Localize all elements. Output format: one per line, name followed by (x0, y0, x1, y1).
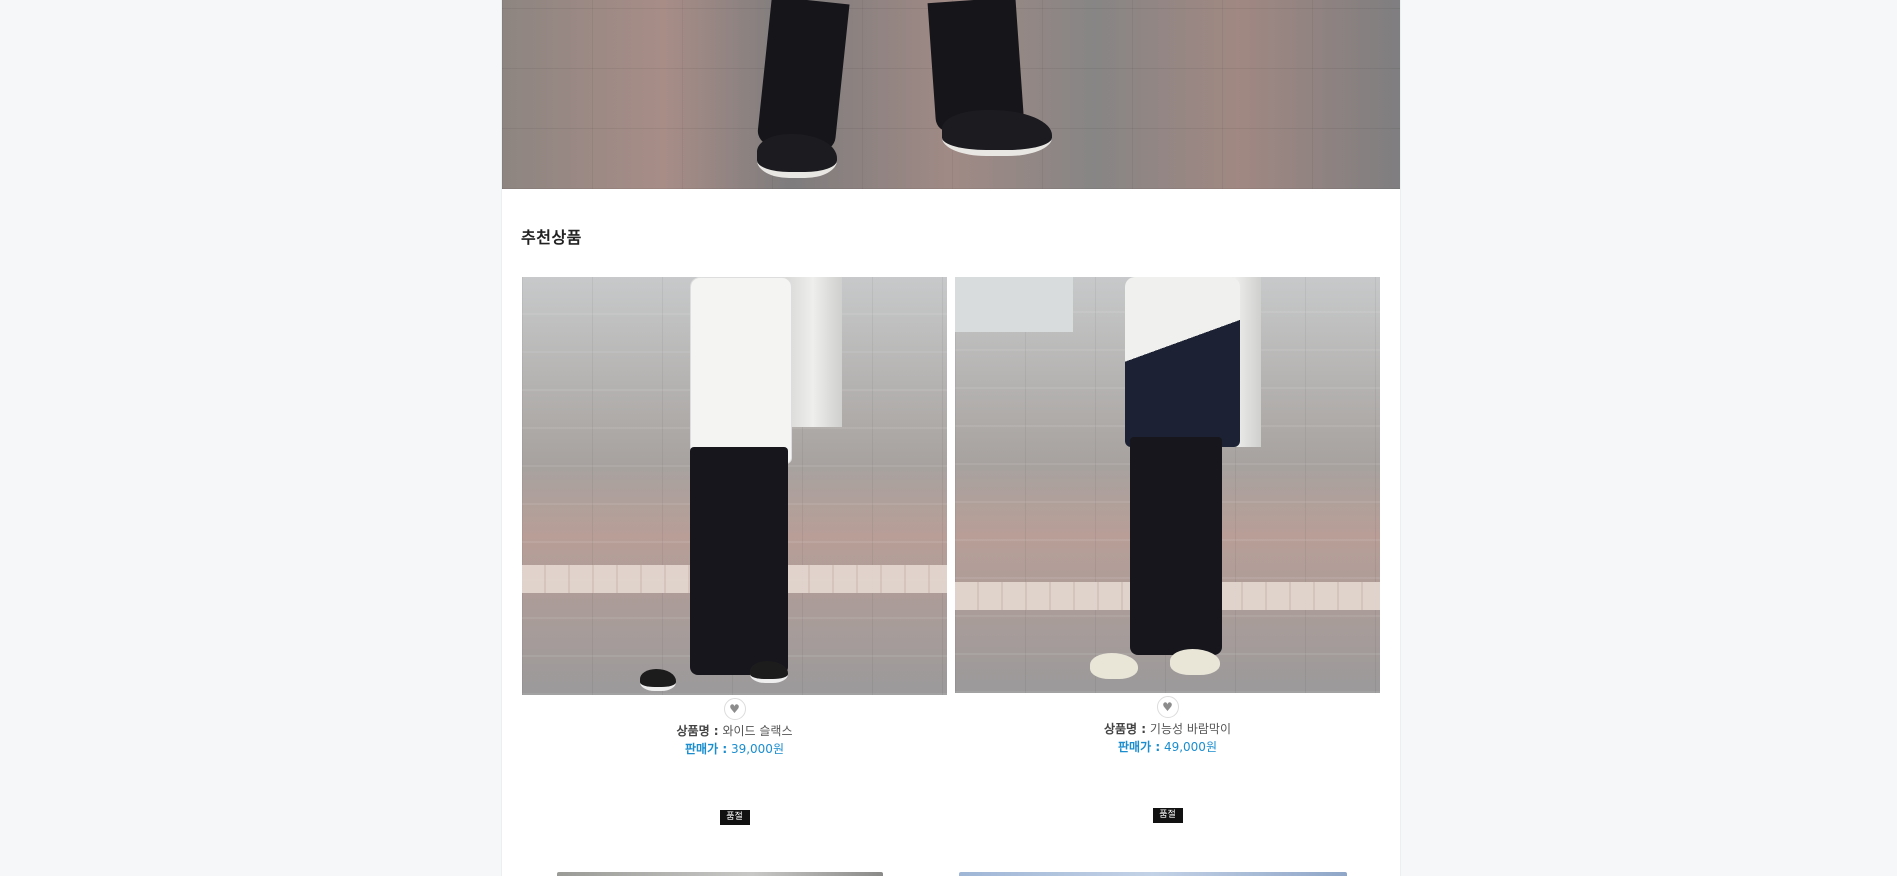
product-card[interactable]: ♥ 상품명 : 와이드 슬랙스 판매가 : 39,000원 품절 (522, 277, 947, 825)
figure-pants (690, 447, 788, 675)
product-price-label: 판매가 : (685, 742, 728, 756)
figure-shirt (690, 277, 792, 464)
product-price: 판매가 : 49,000원 (955, 738, 1380, 757)
content-column: 추천상품 ♥ 상품명 : 와이드 슬랙스 판매가 : 39,000원 품절 ♥ … (501, 0, 1401, 876)
figure-shoe-right (750, 661, 788, 683)
next-product-image[interactable] (959, 872, 1347, 876)
figure-jacket (1125, 277, 1240, 447)
soldout-badge: 품절 (1152, 808, 1183, 823)
product-image[interactable] (955, 277, 1380, 693)
soldout-badge: 품절 (719, 810, 750, 825)
next-product-image[interactable] (557, 872, 883, 876)
bg-window (955, 277, 1073, 332)
product-name-value[interactable]: 와이드 슬랙스 (722, 724, 792, 738)
product-price-value: 39,000원 (730, 742, 784, 756)
bg-pillar (784, 277, 842, 427)
figure-shoe-left (640, 669, 676, 691)
product-image[interactable] (522, 277, 947, 695)
product-name: 상품명 : 기능성 바람막이 (955, 721, 1380, 738)
wishlist-heart-icon[interactable]: ♥ (1156, 696, 1179, 718)
product-name-label: 상품명 : (676, 724, 719, 738)
product-name-value[interactable]: 기능성 바람막이 (1150, 722, 1231, 736)
product-price: 판매가 : 39,000원 (522, 740, 947, 759)
figure-pants (1130, 437, 1222, 655)
recommended-section-title: 추천상품 (521, 228, 582, 247)
product-price-label: 판매가 : (1118, 740, 1161, 754)
product-card[interactable]: ♥ 상품명 : 기능성 바람막이 판매가 : 49,000원 품절 (955, 277, 1380, 823)
product-name: 상품명 : 와이드 슬랙스 (522, 723, 947, 740)
wishlist-heart-icon[interactable]: ♥ (723, 698, 746, 720)
figure-shoe-left (1090, 653, 1138, 679)
product-name-label: 상품명 : (1103, 722, 1147, 736)
hero-leg-left (756, 0, 850, 152)
hero-shoe-right (942, 110, 1052, 156)
product-price-value: 49,000원 (1163, 740, 1217, 754)
hero-outfit-photo (502, 0, 1400, 189)
figure-shoe-right (1170, 649, 1220, 675)
hero-shoe-left (757, 134, 837, 178)
